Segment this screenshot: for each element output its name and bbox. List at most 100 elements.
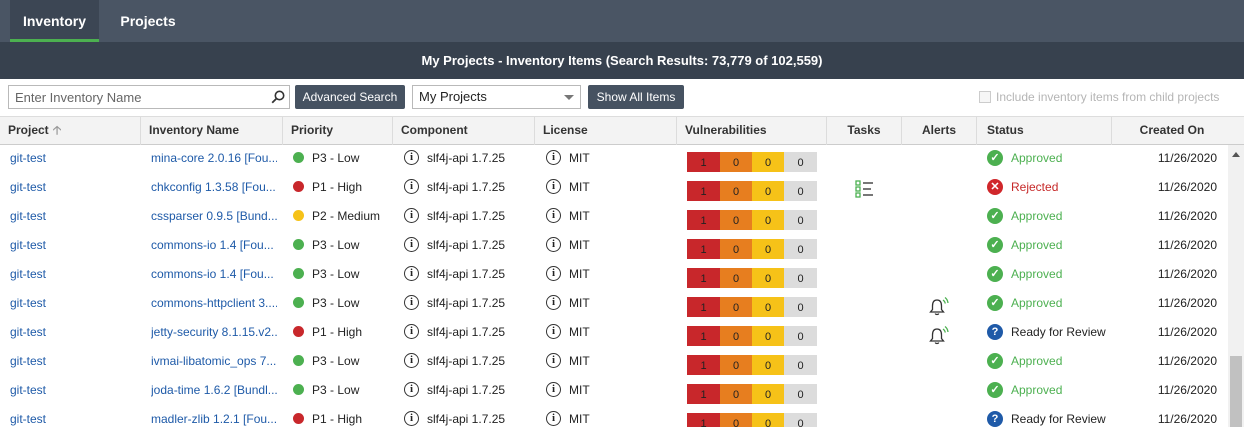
table-row[interactable]: git-test jetty-security 8.1.15.v2... P1 - … xyxy=(0,319,1228,348)
info-icon[interactable]: i xyxy=(404,353,419,369)
vulnerability-bar[interactable]: 1000 xyxy=(687,152,817,172)
bell-alert-icon[interactable] xyxy=(928,325,950,347)
vulnerabilities-cell[interactable]: 1000 xyxy=(687,174,817,203)
inventory-name-link[interactable]: chkconfig 1.3.58 [Fou... xyxy=(151,174,277,203)
info-icon[interactable]: i xyxy=(546,266,561,282)
info-icon[interactable]: i xyxy=(404,208,419,224)
column-header-inventory-name[interactable]: Inventory Name xyxy=(141,117,283,145)
info-icon[interactable]: i xyxy=(404,324,419,340)
table-row[interactable]: git-test madler-zlib 1.2.1 [Fou... P1 - Hi… xyxy=(0,406,1228,427)
info-icon[interactable]: i xyxy=(546,237,561,253)
vulnerabilities-cell[interactable]: 1000 xyxy=(687,348,817,377)
inventory-name-link[interactable]: jetty-security 8.1.15.v2... xyxy=(151,319,277,348)
vertical-scrollbar[interactable] xyxy=(1228,145,1244,427)
table-row[interactable]: git-test commons-io 1.4 [Fou... P3 - Low i s… xyxy=(0,261,1228,290)
vulnerabilities-cell[interactable]: 1000 xyxy=(687,261,817,290)
project-scope-select[interactable]: My Projects xyxy=(412,85,581,109)
info-icon[interactable]: i xyxy=(546,382,561,398)
column-header-status[interactable]: Status xyxy=(977,117,1112,145)
info-icon[interactable]: i xyxy=(546,353,561,369)
project-link[interactable]: git-test xyxy=(10,348,140,377)
table-row[interactable]: git-test cssparser 0.9.5 [Bund... P2 - Med… xyxy=(0,203,1228,232)
scroll-up-arrow-icon[interactable] xyxy=(1232,152,1240,157)
column-header-alerts[interactable]: Alerts xyxy=(902,117,977,145)
inventory-name-link[interactable]: joda-time 1.6.2 [Bundl... xyxy=(151,377,277,406)
info-icon[interactable]: i xyxy=(546,411,561,427)
table-row[interactable]: git-test commons-httpclient 3.... P3 - Low… xyxy=(0,290,1228,319)
info-icon[interactable]: i xyxy=(404,382,419,398)
table-row[interactable]: git-test mina-core 2.0.16 [Fou... P3 - Low… xyxy=(0,145,1228,174)
vulnerability-bar[interactable]: 1000 xyxy=(687,268,817,288)
vulnerabilities-cell[interactable]: 1000 xyxy=(687,406,817,427)
info-icon[interactable]: i xyxy=(546,150,561,166)
column-header-priority[interactable]: Priority xyxy=(283,117,393,145)
info-icon[interactable]: i xyxy=(546,295,561,311)
task-list-icon[interactable] xyxy=(855,179,875,199)
info-icon[interactable]: i xyxy=(404,266,419,282)
vulnerability-bar[interactable]: 1000 xyxy=(687,384,817,404)
info-icon[interactable]: i xyxy=(404,150,419,166)
show-all-items-button[interactable]: Show All Items xyxy=(588,85,684,109)
column-header-project[interactable]: Project 🡡 xyxy=(0,117,141,145)
vulnerabilities-cell[interactable]: 1000 xyxy=(687,203,817,232)
column-header-component[interactable]: Component xyxy=(393,117,535,145)
include-child-label: Include inventory items from child proje… xyxy=(996,90,1220,104)
info-icon[interactable]: i xyxy=(546,208,561,224)
table-row[interactable]: git-test ivmai-libatomic_ops 7.... P3 - Lo… xyxy=(0,348,1228,377)
project-link[interactable]: git-test xyxy=(10,319,140,348)
vulnerability-bar[interactable]: 1000 xyxy=(687,239,817,259)
inventory-name-link[interactable]: mina-core 2.0.16 [Fou... xyxy=(151,145,277,174)
advanced-search-button[interactable]: Advanced Search xyxy=(295,85,405,109)
info-icon[interactable]: i xyxy=(404,295,419,311)
vulnerability-bar[interactable]: 1000 xyxy=(687,181,817,201)
vulnerability-bar[interactable]: 1000 xyxy=(687,297,817,317)
info-icon[interactable]: i xyxy=(404,411,419,427)
project-link[interactable]: git-test xyxy=(10,145,140,174)
column-header-created-on[interactable]: Created On xyxy=(1112,117,1244,145)
project-link[interactable]: git-test xyxy=(10,203,140,232)
table-row[interactable]: git-test joda-time 1.6.2 [Bundl... P3 - Lo… xyxy=(0,377,1228,406)
alerts-cell xyxy=(902,174,977,203)
project-link[interactable]: git-test xyxy=(10,174,140,203)
project-link[interactable]: git-test xyxy=(10,406,140,427)
vul-critical-count: 1 xyxy=(687,239,720,259)
column-header-tasks[interactable]: Tasks xyxy=(827,117,902,145)
project-link[interactable]: git-test xyxy=(10,377,140,406)
tab-inventory[interactable]: Inventory xyxy=(10,0,99,42)
status-cell: ✓ Approved xyxy=(987,145,1112,174)
vulnerabilities-cell[interactable]: 1000 xyxy=(687,377,817,406)
tab-projects[interactable]: Projects xyxy=(108,0,188,42)
vulnerabilities-cell[interactable]: 1000 xyxy=(687,232,817,261)
project-link[interactable]: git-test xyxy=(10,232,140,261)
vulnerability-bar[interactable]: 1000 xyxy=(687,210,817,230)
info-icon[interactable]: i xyxy=(404,179,419,195)
vulnerabilities-cell[interactable]: 1000 xyxy=(687,290,817,319)
column-header-vulnerabilities[interactable]: Vulnerabilities xyxy=(677,117,827,145)
info-icon[interactable]: i xyxy=(546,324,561,340)
vulnerabilities-cell[interactable]: 1000 xyxy=(687,319,817,348)
column-header-license[interactable]: License xyxy=(535,117,677,145)
inventory-name-link[interactable]: commons-httpclient 3.... xyxy=(151,290,277,319)
table-row[interactable]: git-test chkconfig 1.3.58 [Fou... P1 - Hig… xyxy=(0,174,1228,203)
scrollbar-thumb[interactable] xyxy=(1230,356,1242,427)
bell-alert-icon[interactable] xyxy=(928,296,950,318)
search-icon[interactable] xyxy=(271,90,285,104)
inventory-name-link[interactable]: cssparser 0.9.5 [Bund... xyxy=(151,203,277,232)
vul-critical-count: 1 xyxy=(687,355,720,375)
info-icon[interactable]: i xyxy=(546,179,561,195)
vulnerability-bar[interactable]: 1000 xyxy=(687,413,817,427)
vul-low-count: 0 xyxy=(784,326,817,346)
inventory-name-link[interactable]: commons-io 1.4 [Fou... xyxy=(151,232,277,261)
vulnerability-bar[interactable]: 1000 xyxy=(687,355,817,375)
project-link[interactable]: git-test xyxy=(10,261,140,290)
project-link[interactable]: git-test xyxy=(10,290,140,319)
include-child-checkbox[interactable] xyxy=(979,91,991,103)
table-row[interactable]: git-test commons-io 1.4 [Fou... P3 - Low i s… xyxy=(0,232,1228,261)
vulnerabilities-cell[interactable]: 1000 xyxy=(687,145,817,174)
info-icon[interactable]: i xyxy=(404,237,419,253)
inventory-name-link[interactable]: commons-io 1.4 [Fou... xyxy=(151,261,277,290)
inventory-name-link[interactable]: ivmai-libatomic_ops 7.... xyxy=(151,348,277,377)
search-input[interactable] xyxy=(9,86,259,108)
inventory-name-link[interactable]: madler-zlib 1.2.1 [Fou... xyxy=(151,406,277,427)
vulnerability-bar[interactable]: 1000 xyxy=(687,326,817,346)
